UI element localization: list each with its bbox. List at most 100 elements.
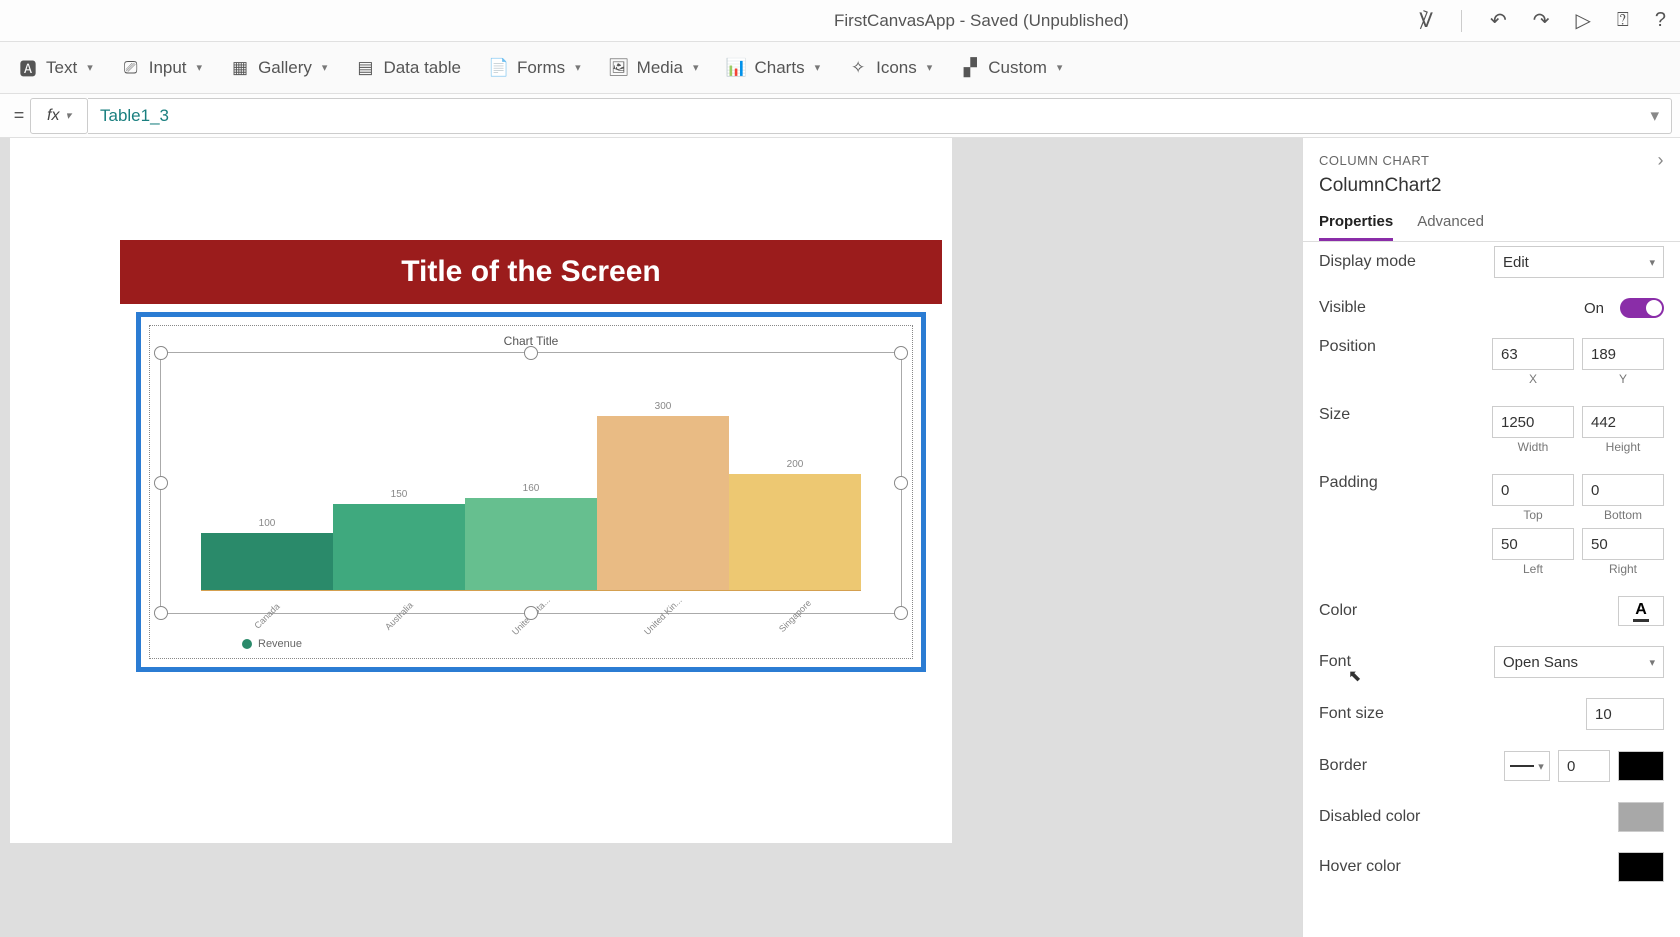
padding-bottom-input[interactable] — [1582, 474, 1664, 506]
x-sublabel: X — [1529, 372, 1537, 386]
label-size: Size — [1319, 406, 1492, 424]
font-color-a-icon: A — [1633, 601, 1649, 622]
canvas-area[interactable]: Title of the Screen Chart Title 10015016… — [0, 138, 1302, 937]
left-sublabel: Left — [1523, 562, 1543, 576]
charts-icon: 📊 — [727, 59, 747, 77]
tab-properties[interactable]: Properties — [1319, 205, 1393, 241]
visible-toggle[interactable] — [1620, 298, 1664, 318]
ribbon-icons[interactable]: ✧ Icons▾ — [848, 58, 932, 78]
row-disabled-color: Disabled color — [1319, 792, 1664, 842]
label-disabled-color: Disabled color — [1319, 808, 1618, 826]
gallery-icon: ▦ — [230, 59, 250, 77]
visible-value: On — [1584, 300, 1604, 317]
undo-icon[interactable]: ↶ — [1490, 8, 1507, 33]
border-width-input[interactable] — [1558, 750, 1610, 782]
equals-label: = — [8, 105, 30, 126]
padding-right-input[interactable] — [1582, 528, 1664, 560]
row-size: Size Width Height — [1319, 396, 1664, 464]
handle-br[interactable] — [894, 606, 908, 620]
row-border: Border ▾ — [1319, 740, 1664, 792]
play-icon[interactable]: ▷ — [1575, 8, 1590, 33]
handle-bl[interactable] — [154, 606, 168, 620]
padding-left-input[interactable] — [1492, 528, 1574, 560]
screen-frame: Title of the Screen Chart Title 10015016… — [120, 240, 942, 705]
chart-legend: Revenue — [242, 638, 302, 650]
chart-dotted-border: Chart Title 100150160300200 CanadaAustra… — [149, 325, 913, 659]
ribbon-input-label: Input — [149, 58, 187, 78]
row-font-size: Font size — [1319, 688, 1664, 740]
font-dropdown[interactable]: Open Sans▾ — [1494, 646, 1664, 678]
ribbon-gallery-label: Gallery — [258, 58, 312, 78]
tab-advanced[interactable]: Advanced — [1417, 205, 1484, 241]
handle-mr[interactable] — [894, 476, 908, 490]
title-actions: ℣ ↶ ↷ ▷ ⍰ ? — [1419, 8, 1666, 33]
text-icon: 🅰 — [18, 59, 38, 77]
bar-value-label: 300 — [655, 401, 672, 412]
height-sublabel: Height — [1606, 440, 1641, 454]
chart-inner: 100150160300200 CanadaAustraliaUnited St… — [160, 352, 902, 614]
row-display-mode: Display mode Edit▾ — [1319, 246, 1664, 288]
size-height-input[interactable] — [1582, 406, 1664, 438]
formula-input[interactable]: Table1_3 ▾ — [88, 98, 1672, 134]
formula-bar: = fx▾ Table1_3 ▾ — [0, 94, 1680, 138]
bar-3: 300 — [597, 391, 729, 591]
x-axis — [201, 590, 861, 591]
stethoscope-icon[interactable]: ℣ — [1419, 8, 1433, 33]
size-width-input[interactable] — [1492, 406, 1574, 438]
ribbon-custom[interactable]: ▞ Custom▾ — [960, 58, 1062, 78]
handle-tc[interactable] — [524, 346, 538, 360]
label-position: Position — [1319, 338, 1492, 356]
fx-selector[interactable]: fx▾ — [30, 98, 88, 134]
ribbon-text[interactable]: 🅰 Text▾ — [18, 58, 93, 78]
ribbon-gallery[interactable]: ▦ Gallery▾ — [230, 58, 327, 78]
properties-panel: COLUMN CHART › ColumnChart2 Properties A… — [1302, 138, 1680, 937]
font-size-input[interactable] — [1586, 698, 1664, 730]
chevron-right-icon[interactable]: › — [1658, 150, 1665, 171]
position-x-input[interactable] — [1492, 338, 1574, 370]
padding-top-input[interactable] — [1492, 474, 1574, 506]
bar-1: 150 — [333, 391, 465, 591]
formula-expand-icon[interactable]: ▾ — [1650, 106, 1659, 126]
chart-selection[interactable]: Chart Title 100150160300200 CanadaAustra… — [136, 312, 926, 672]
bar-0: 100 — [201, 391, 333, 591]
legend-dot — [242, 639, 252, 649]
ribbon-icons-label: Icons — [876, 58, 917, 78]
hover-color-swatch[interactable] — [1618, 852, 1664, 882]
right-sublabel: Right — [1609, 562, 1637, 576]
datatable-icon: ▤ — [355, 59, 375, 77]
bars-area: 100150160300200 — [201, 391, 861, 591]
ribbon-input[interactable]: ⎚ Input▾ — [121, 58, 202, 78]
ribbon: 🅰 Text▾ ⎚ Input▾ ▦ Gallery▾ ▤ Data table… — [0, 42, 1680, 94]
redo-icon[interactable]: ↷ — [1533, 8, 1550, 33]
color-picker[interactable]: A — [1618, 596, 1664, 626]
handle-ml[interactable] — [154, 476, 168, 490]
bar-rect — [465, 498, 597, 591]
ribbon-forms[interactable]: 📄 Forms▾ — [489, 58, 581, 78]
ribbon-datatable-label: Data table — [383, 58, 461, 78]
bottom-sublabel: Bottom — [1604, 508, 1642, 522]
display-mode-dropdown[interactable]: Edit▾ — [1494, 246, 1664, 278]
props-section-label: COLUMN CHART — [1319, 153, 1430, 168]
media-icon: 🖼 — [609, 59, 629, 77]
row-position: Position X Y — [1319, 328, 1664, 396]
disabled-color-swatch[interactable] — [1618, 802, 1664, 832]
formula-value: Table1_3 — [100, 106, 169, 126]
ribbon-datatable[interactable]: ▤ Data table — [355, 58, 461, 78]
bar-value-label: 160 — [523, 483, 540, 494]
ribbon-custom-label: Custom — [988, 58, 1047, 78]
y-sublabel: Y — [1619, 372, 1627, 386]
handle-tr[interactable] — [894, 346, 908, 360]
border-color-swatch[interactable] — [1618, 751, 1664, 781]
handle-bc[interactable] — [524, 606, 538, 620]
ribbon-charts[interactable]: 📊 Charts▾ — [727, 58, 821, 78]
label-hover-color: Hover color — [1319, 858, 1618, 876]
position-y-input[interactable] — [1582, 338, 1664, 370]
ribbon-media[interactable]: 🖼 Media▾ — [609, 58, 699, 78]
border-style-dropdown[interactable]: ▾ — [1504, 751, 1550, 781]
person-icon[interactable]: ⍰ — [1617, 9, 1629, 32]
help-icon[interactable]: ? — [1655, 9, 1666, 32]
icons-icon: ✧ — [848, 59, 868, 77]
label-color: Color — [1319, 602, 1618, 620]
row-padding: Padding Top Bottom — [1319, 464, 1664, 586]
handle-tl[interactable] — [154, 346, 168, 360]
